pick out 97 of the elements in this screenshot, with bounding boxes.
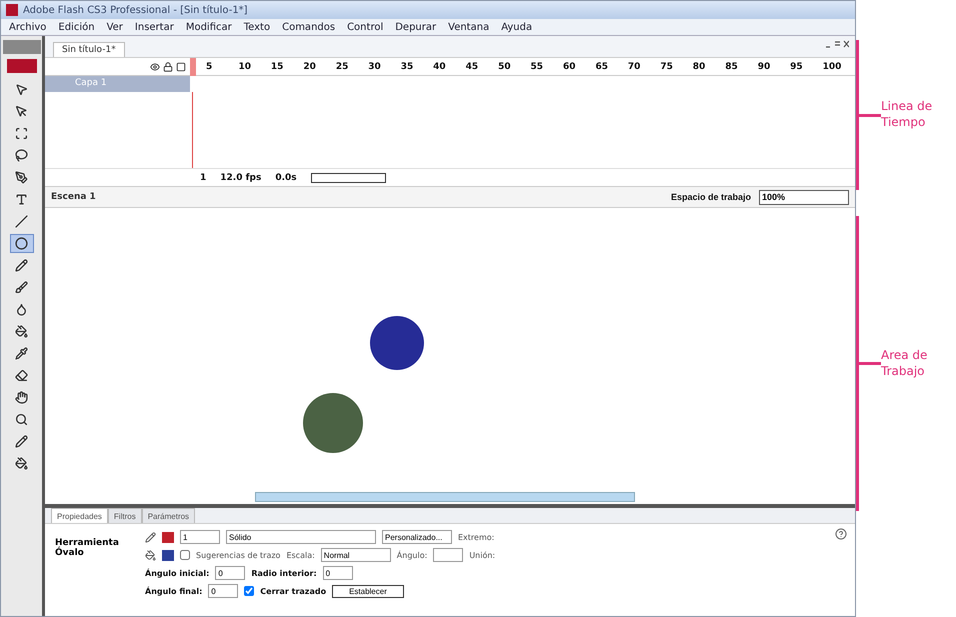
transform-icon [15,127,28,140]
outline-icon[interactable] [176,62,186,72]
stroke-style-select[interactable]: Sólido [226,530,376,544]
lasso-icon [15,149,28,162]
frame-number: 15 [270,62,284,72]
hinting-checkbox[interactable] [180,550,190,560]
panel-tab[interactable]: Parámetros [142,508,196,523]
scale-label: Escala: [286,550,315,560]
menu-item[interactable]: Archivo [9,22,46,32]
frame-number: 50 [498,62,512,72]
panel-tab[interactable]: Filtros [108,508,142,523]
tool-name: Herramienta Óvalo [55,537,120,560]
oval-icon [15,237,28,250]
frame-number: 65 [595,62,609,72]
menu-item[interactable]: Ver [106,22,123,32]
stroke-swatch[interactable] [162,532,174,542]
frame-number: 25 [336,62,350,72]
cap-label: Extremo: [458,532,494,542]
frame-number: 60 [562,62,577,72]
menu-item[interactable]: Ayuda [501,22,532,32]
frame-number: 40 [433,62,447,72]
end-angle-label: Ángulo final: [145,586,202,596]
workspace-menu[interactable]: Espacio de trabajo [670,192,751,202]
panel-tab[interactable]: Propiedades [51,508,108,523]
leader-line [859,114,881,116]
help-icon[interactable] [835,528,847,540]
eraser-icon [15,369,28,382]
eyedropper-icon [15,347,28,360]
fill-swatch[interactable] [162,550,174,560]
menu-item[interactable]: Insertar [134,22,174,32]
oval-tool-button[interactable] [10,234,34,253]
window-title: Adobe Flash CS3 Professional - [Sin título-1*] [23,4,248,16]
angle-field[interactable] [433,548,464,562]
brush-icon [15,281,28,294]
eye-icon[interactable] [150,62,160,72]
frame-number: 85 [725,62,739,72]
menu-item[interactable]: Modificar [186,22,232,32]
join-label: Unión: [469,550,496,560]
inner-radius-label: Radio interior: [251,568,317,578]
callout-label: Area de Trabajo [881,348,928,380]
frame-number: 90 [758,62,772,72]
frame-number: 100 [822,62,842,72]
elapsed-time: 0.0s [275,172,297,182]
lock-icon[interactable] [163,62,173,72]
leader-line [859,362,881,365]
reset-button[interactable]: Establecer [332,584,404,598]
frame-number: 20 [303,62,317,72]
frame-number: 10 [238,62,252,72]
end-angle-field[interactable]: 0 [208,584,238,598]
menu-item[interactable]: Control [347,22,384,32]
frame-rate: 12.0 fps [220,172,262,182]
frame-number: 35 [400,62,414,72]
window-controls-icon[interactable] [825,40,849,48]
bucket-icon [15,325,28,338]
document-tab[interactable]: Sin título-1* [53,42,125,57]
current-frame: 1 [200,172,206,182]
menu-item[interactable]: Texto [244,22,270,32]
frame-number: 70 [628,62,642,72]
callout-label: Linea de Tiempo [881,99,934,131]
frame-number: 95 [790,62,804,72]
scrollbar-thumb[interactable] [255,492,635,502]
hand-icon [15,391,28,404]
pencil-icon [15,259,28,272]
scale-select[interactable]: Normal [320,548,391,562]
pencil-icon [145,532,156,542]
selection-icon [15,83,28,96]
frame-number: 30 [368,62,382,72]
bucket-icon [145,550,156,560]
line-icon [15,215,28,228]
frame-number: 45 [466,62,480,72]
menu-item[interactable]: Edición [58,22,95,32]
angle-label: Ángulo: [396,550,428,560]
custom-field[interactable]: Personalizado... [382,530,452,544]
stroke-width-field[interactable]: 1 [180,530,220,544]
frame-number: 55 [530,62,544,72]
subselection-icon [15,105,28,118]
menu-item[interactable]: Depurar [395,22,436,32]
hinting-label: Sugerencias de trazo [196,550,280,560]
scene-label[interactable]: Escena 1 [51,192,96,202]
frame-number: 5 [206,62,214,72]
app-logo-icon [6,4,18,16]
frame-number: 75 [660,62,674,72]
close-path-checkbox[interactable] [244,586,254,596]
zoom-field[interactable]: 100% [759,190,849,204]
pen-icon [15,171,28,184]
start-angle-label: Ángulo inicial: [145,568,210,578]
zoom-icon [15,413,28,426]
frame-number: 80 [692,62,706,72]
panel-header [2,40,40,54]
menu-item[interactable]: Comandos [282,22,336,32]
flash-logo-icon [6,59,36,73]
scroll-track[interactable] [310,172,386,182]
close-path-label: Cerrar trazado [260,586,326,596]
menu-item[interactable]: Ventana [448,22,490,32]
text-icon [15,193,28,206]
inner-radius-field[interactable]: 0 [322,566,353,580]
start-angle-field[interactable]: 0 [215,566,246,580]
